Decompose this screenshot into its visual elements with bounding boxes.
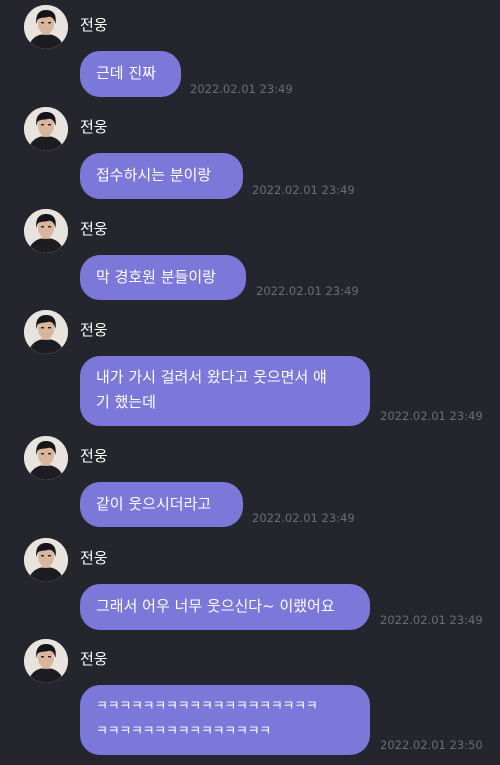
avatar[interactable] (24, 209, 68, 253)
avatar[interactable] (24, 639, 68, 683)
message-text: 막 경호원 분들이랑 (96, 268, 216, 286)
message-bubble[interactable]: 내가 가시 걸려서 왔다고 웃으면서 얘 기 했는데 (80, 356, 370, 426)
message-text-line: ㅋㅋㅋㅋㅋㅋㅋㅋㅋㅋㅋㅋㅋㅋㅋㅋㅋㅋㅋ (96, 699, 318, 714)
message-timestamp: 2022.02.01 23:49 (380, 613, 483, 627)
profile-photo-icon (24, 5, 68, 49)
message-bubble[interactable]: 근데 진짜 (80, 51, 181, 97)
message-bubble[interactable]: 접수하시는 분이랑 (80, 153, 243, 199)
profile-photo-icon (24, 436, 68, 480)
message-bubble[interactable]: 그래서 어우 너무 웃으신다~ 이랬어요 (80, 584, 370, 630)
sender-name: 전웅 (80, 549, 108, 567)
sender-name: 전웅 (80, 447, 108, 465)
sender-name: 전웅 (80, 321, 108, 339)
message-timestamp: 2022.02.01 23:49 (252, 511, 355, 525)
avatar[interactable] (24, 436, 68, 480)
message-timestamp: 2022.02.01 23:49 (256, 284, 359, 298)
message-timestamp: 2022.02.01 23:49 (380, 409, 483, 423)
message-timestamp: 2022.02.01 23:49 (190, 82, 293, 96)
sender-name: 전웅 (80, 220, 108, 238)
profile-photo-icon (24, 310, 68, 354)
message-bubble[interactable]: ㅋㅋㅋㅋㅋㅋㅋㅋㅋㅋㅋㅋㅋㅋㅋㅋㅋㅋㅋ ㅋㅋㅋㅋㅋㅋㅋㅋㅋㅋㅋㅋㅋㅋㅋ (80, 685, 370, 755)
sender-name: 전웅 (80, 16, 108, 34)
profile-photo-icon (24, 209, 68, 253)
avatar[interactable] (24, 538, 68, 582)
message-text: 근데 진짜 (96, 64, 156, 82)
profile-photo-icon (24, 538, 68, 582)
message-text: 접수하시는 분이랑 (96, 166, 212, 184)
message-text: 같이 웃으시더라고 (96, 495, 212, 513)
profile-photo-icon (24, 107, 68, 151)
message-text-line: 기 했는데 (96, 393, 156, 411)
message-text-line: ㅋㅋㅋㅋㅋㅋㅋㅋㅋㅋㅋㅋㅋㅋㅋ (96, 724, 271, 739)
profile-photo-icon (24, 639, 68, 683)
sender-name: 전웅 (80, 650, 108, 668)
sender-name: 전웅 (80, 118, 108, 136)
avatar[interactable] (24, 107, 68, 151)
message-bubble[interactable]: 같이 웃으시더라고 (80, 482, 243, 527)
message-timestamp: 2022.02.01 23:50 (380, 738, 483, 752)
message-text: 그래서 어우 너무 웃으신다~ 이랬어요 (96, 597, 335, 615)
avatar[interactable] (24, 5, 68, 49)
avatar[interactable] (24, 310, 68, 354)
message-text-line: 내가 가시 걸려서 왔다고 웃으면서 얘 (96, 368, 327, 386)
message-bubble[interactable]: 막 경호원 분들이랑 (80, 255, 246, 300)
message-timestamp: 2022.02.01 23:49 (252, 183, 355, 197)
